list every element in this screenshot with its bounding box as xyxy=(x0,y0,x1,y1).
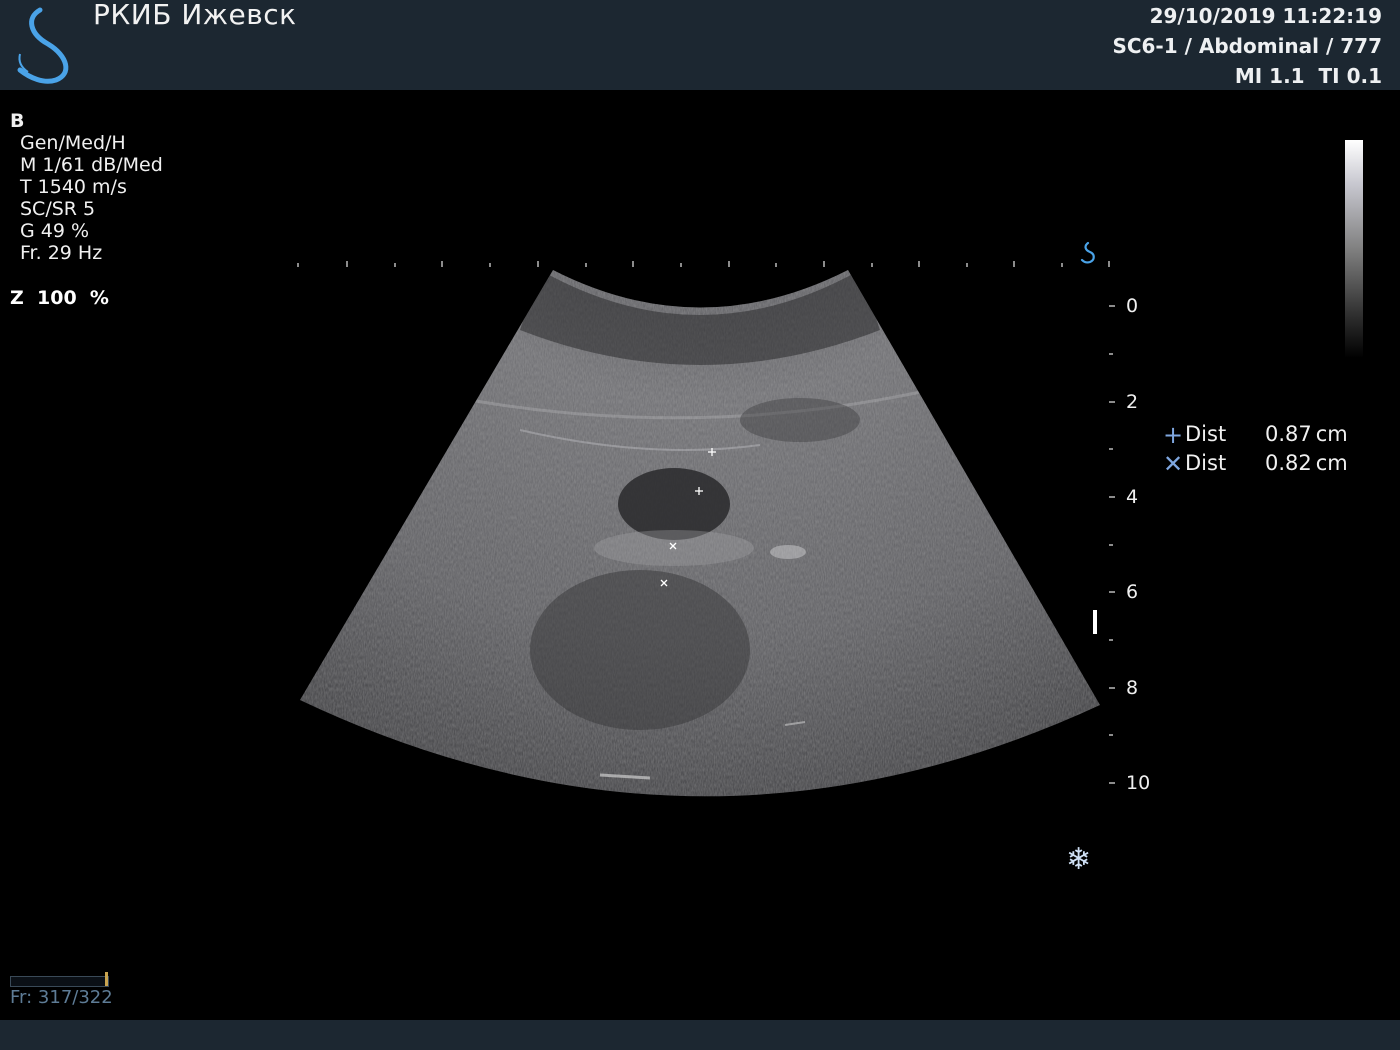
probe-orientation-icon xyxy=(1080,241,1095,264)
depth-label: 10 xyxy=(1126,772,1151,794)
depth-ticks xyxy=(1109,305,1115,784)
depth-label: 8 xyxy=(1126,677,1139,699)
depth-label: 6 xyxy=(1126,581,1139,603)
frame-counter: Fr: 317/322 xyxy=(10,987,113,1008)
snowflake-icon[interactable]: ❄ xyxy=(1066,842,1091,877)
measurement-label: Dist xyxy=(1185,451,1227,475)
measurement-row: ✕Dist 0.82 cm xyxy=(1163,450,1348,478)
caliper-plus-icon: + xyxy=(1163,421,1184,449)
lateral-scale xyxy=(297,261,1110,267)
measurement-row: +Dist 0.87 cm xyxy=(1163,421,1348,449)
measurement-value: 0.87 xyxy=(1265,422,1312,446)
footer-bar xyxy=(0,1020,1400,1050)
focus-marker xyxy=(1093,610,1097,634)
depth-label: 2 xyxy=(1126,391,1139,413)
measurement-unit: cm xyxy=(1315,451,1348,475)
grayscale-bar xyxy=(1345,140,1363,358)
cine-progress-bar[interactable] xyxy=(10,976,109,987)
lesion-region xyxy=(618,468,730,540)
cine-cursor[interactable] xyxy=(105,972,108,986)
measurement-unit: cm xyxy=(1315,422,1348,446)
depth-label: 4 xyxy=(1126,486,1139,508)
measurement-value: 0.82 xyxy=(1265,451,1312,475)
depth-label: 0 xyxy=(1126,295,1139,317)
ultrasound-image xyxy=(297,261,1115,797)
measurement-label: Dist xyxy=(1185,422,1227,446)
caliper-cross-icon: ✕ xyxy=(1163,450,1184,478)
